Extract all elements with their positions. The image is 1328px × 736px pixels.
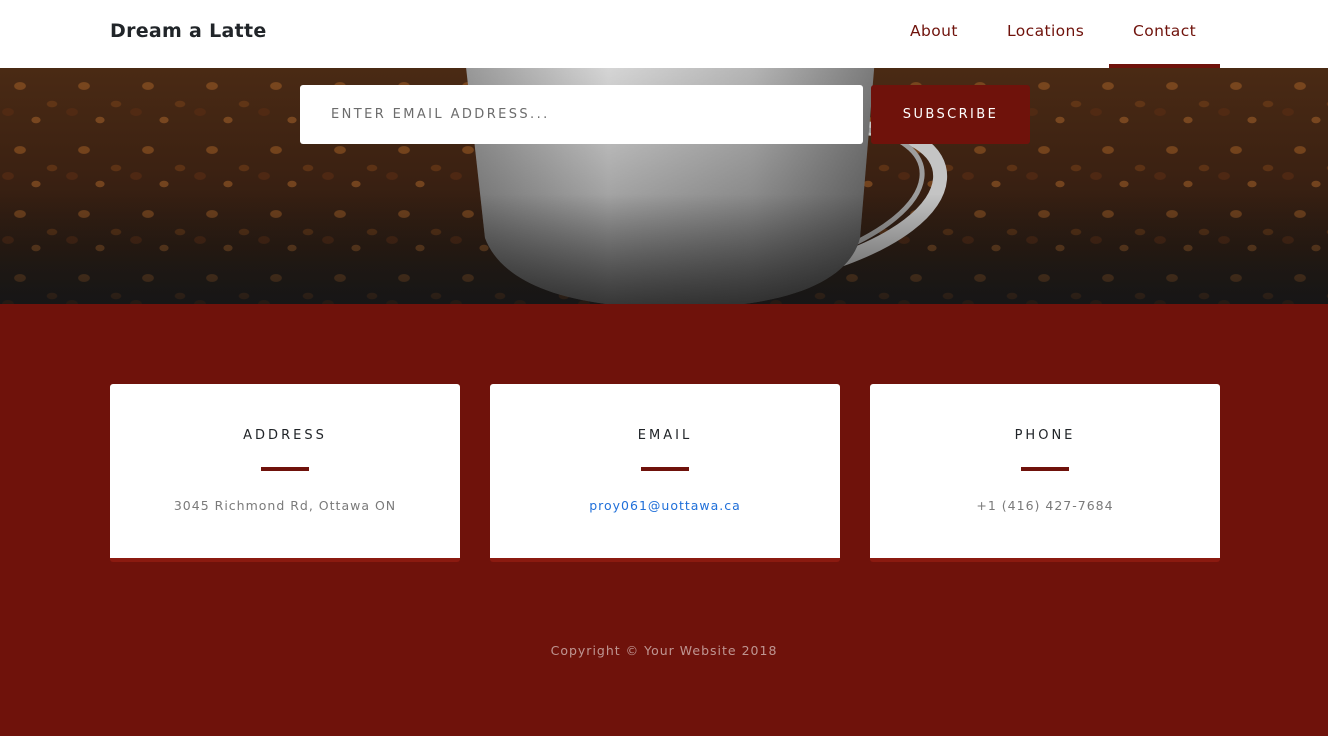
nav-link-contact[interactable]: Contact (1133, 22, 1196, 40)
active-nav-indicator (1109, 64, 1220, 68)
phone-card: PHONE +1 (416) 427-7684 (870, 384, 1220, 562)
email-divider (641, 467, 689, 471)
email-card: EMAIL proy061@uottawa.ca (490, 384, 840, 562)
phone-value: +1 (416) 427-7684 (976, 498, 1114, 513)
nav-link-about[interactable]: About (910, 22, 958, 40)
top-navbar: Dream a Latte About Locations Contact (0, 0, 1328, 68)
email-link[interactable]: proy061@uottawa.ca (490, 498, 840, 513)
address-title: ADDRESS (243, 428, 327, 443)
address-divider (261, 467, 309, 471)
contact-cards: ADDRESS 3045 Richmond Rd, Ottawa ON EMAI… (110, 384, 1220, 562)
nav-link-locations[interactable]: Locations (1007, 22, 1084, 40)
address-card: ADDRESS 3045 Richmond Rd, Ottawa ON (110, 384, 460, 562)
email-title: EMAIL (637, 428, 693, 443)
email-signup-input[interactable] (300, 85, 863, 144)
hero-bottom-shade (0, 194, 1328, 304)
phone-divider (1021, 467, 1069, 471)
footer-copyright: Copyright © Your Website 2018 (550, 643, 778, 658)
brand-logo[interactable]: Dream a Latte (110, 20, 267, 42)
subscribe-button[interactable]: SUBSCRIBE (871, 85, 1030, 144)
address-value: 3045 Richmond Rd, Ottawa ON (173, 498, 397, 513)
phone-title: PHONE (1014, 428, 1076, 443)
